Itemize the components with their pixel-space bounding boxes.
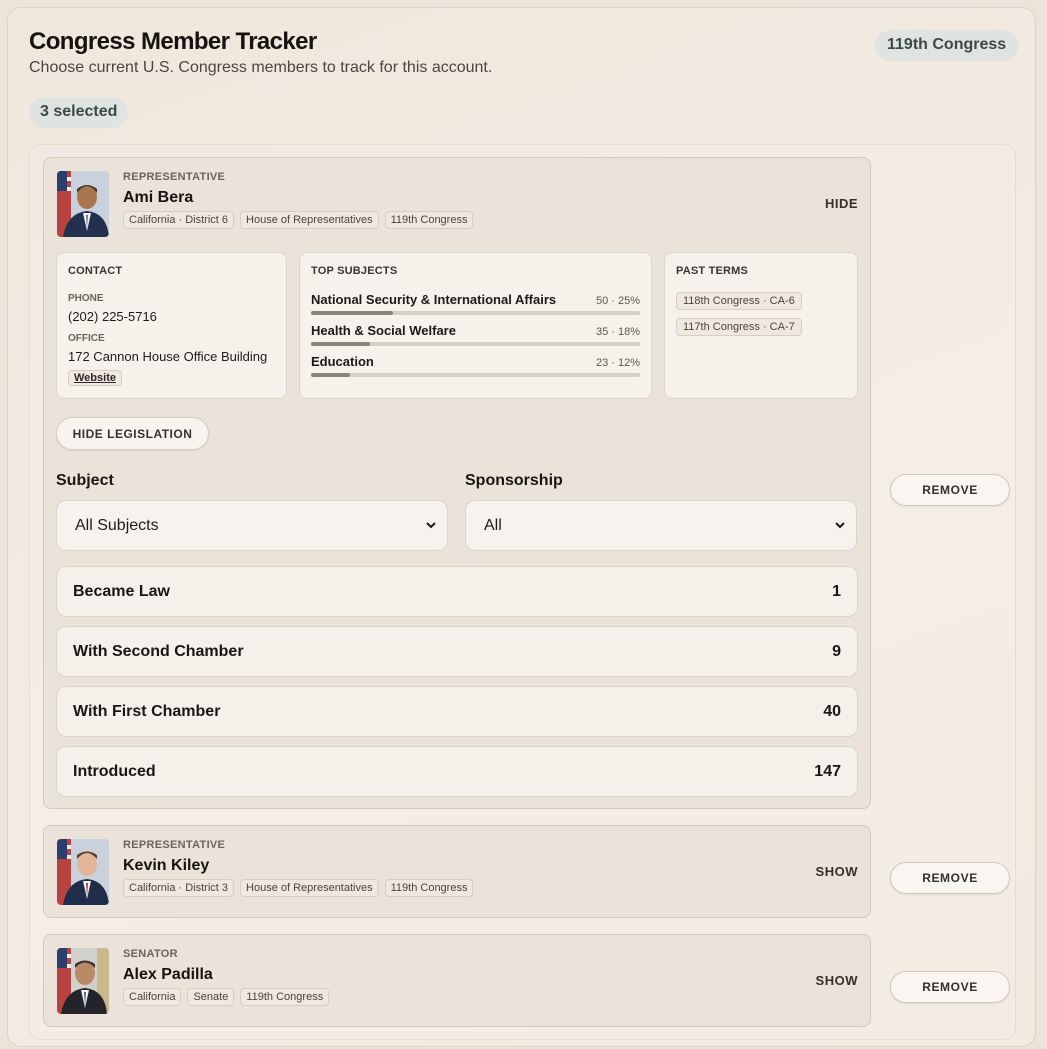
website-link[interactable]: Website: [68, 370, 122, 386]
sponsorship-select-value: All: [484, 516, 502, 534]
subject-stat: 35 · 18%: [595, 326, 640, 338]
tag-congress: 119th Congress: [240, 988, 330, 1006]
subject-select-value: All Subjects: [75, 516, 159, 534]
status-label: Introduced: [73, 762, 156, 780]
app-window: Congress Member Tracker Choose current U…: [7, 7, 1036, 1047]
member-role: REPRESENTATIVE: [123, 839, 226, 851]
status-label: With Second Chamber: [73, 642, 244, 660]
status-row-introduced[interactable]: Introduced 147: [56, 746, 858, 797]
tag-congress: 119th Congress: [384, 879, 474, 897]
past-terms-panel: PAST TERMS 118th Congress · CA-6 117th C…: [664, 252, 858, 399]
tag-district: California · District 6: [123, 211, 235, 229]
tag-state: California: [123, 988, 182, 1006]
page-title: Congress Member Tracker: [29, 28, 317, 55]
remove-kevin-kiley-button[interactable]: REMOVE: [890, 862, 1010, 894]
office-value: 172 Cannon House Office Building: [68, 349, 268, 364]
subject-select[interactable]: All Subjects: [56, 500, 448, 551]
top-subjects-heading: TOP SUBJECTS: [311, 265, 398, 277]
past-term-tag: 118th Congress · CA-6: [676, 292, 802, 310]
tag-district: California · District 3: [123, 879, 235, 897]
status-count: 1: [832, 582, 841, 600]
page-subtitle: Choose current U.S. Congress members to …: [29, 59, 493, 76]
status-row-became-law[interactable]: Became Law 1: [56, 566, 858, 617]
contact-panel: CONTACT PHONE (202) 225-5716 OFFICE 172 …: [56, 252, 287, 399]
avatar: [57, 171, 109, 237]
show-details-button[interactable]: SHOW: [816, 973, 858, 988]
remove-ami-bera-button[interactable]: REMOVE: [890, 474, 1010, 506]
past-terms-heading: PAST TERMS: [676, 265, 749, 277]
sponsorship-select[interactable]: All: [465, 500, 857, 551]
status-label: With First Chamber: [73, 702, 221, 720]
sponsorship-filter-label: Sponsorship: [465, 472, 563, 489]
subject-name: National Security & International Affair…: [311, 292, 557, 307]
status-count: 147: [814, 762, 841, 780]
subject-name: Health & Social Welfare: [311, 323, 456, 338]
member-list: REPRESENTATIVE Ami Bera California · Dis…: [29, 144, 1016, 1040]
office-label: OFFICE: [68, 333, 105, 344]
subject-stat: 23 · 12%: [595, 357, 640, 369]
chevron-down-icon: [835, 522, 845, 529]
top-subjects-panel: TOP SUBJECTS National Security & Interna…: [299, 252, 652, 399]
status-label: Became Law: [73, 582, 170, 600]
selected-count-badge: 3 selected: [29, 97, 129, 128]
subject-item: National Security & International Affair…: [311, 292, 640, 315]
subject-bar: [311, 342, 640, 346]
avatar: [57, 839, 109, 905]
phone-label: PHONE: [68, 293, 104, 304]
subject-bar-fill: [311, 342, 371, 346]
member-tags: California · District 3 House of Represe…: [123, 879, 474, 897]
congress-badge: 119th Congress: [875, 30, 1019, 61]
subject-name: Education: [311, 354, 374, 369]
tag-chamber: House of Representatives: [240, 879, 379, 897]
subject-bar-fill: [311, 311, 394, 315]
member-card-ami-bera: REPRESENTATIVE Ami Bera California · Dis…: [43, 157, 871, 809]
hide-legislation-button[interactable]: HIDE LEGISLATION: [56, 417, 209, 450]
subject-item: Education 23 · 12%: [311, 354, 640, 377]
member-tags: California · District 6 House of Represe…: [123, 211, 474, 229]
status-row-first-chamber[interactable]: With First Chamber 40: [56, 686, 858, 737]
hide-details-button[interactable]: HIDE: [825, 196, 858, 211]
member-name: Alex Padilla: [123, 966, 213, 983]
remove-alex-padilla-button[interactable]: REMOVE: [890, 971, 1010, 1003]
subject-bar: [311, 373, 640, 377]
tag-chamber: Senate: [187, 988, 235, 1006]
tag-chamber: House of Representatives: [240, 211, 379, 229]
member-tags: California Senate 119th Congress: [123, 988, 330, 1006]
subject-stat: 50 · 25%: [595, 295, 640, 307]
member-portrait: [57, 839, 109, 905]
member-role: REPRESENTATIVE: [123, 171, 226, 183]
chevron-down-icon: [426, 522, 436, 529]
past-term-tag: 117th Congress · CA-7: [676, 318, 802, 336]
show-details-button[interactable]: SHOW: [816, 864, 858, 879]
member-card-alex-padilla: SENATOR Alex Padilla California Senate 1…: [43, 934, 871, 1027]
subject-bar: [311, 311, 640, 315]
member-portrait: [57, 948, 109, 1014]
member-card-kevin-kiley: REPRESENTATIVE Kevin Kiley California · …: [43, 825, 871, 918]
member-role: SENATOR: [123, 948, 178, 960]
subject-item: Health & Social Welfare 35 · 18%: [311, 323, 640, 346]
member-name: Ami Bera: [123, 189, 194, 206]
member-portrait: [57, 171, 109, 237]
status-row-second-chamber[interactable]: With Second Chamber 9: [56, 626, 858, 677]
phone-value: (202) 225-5716: [68, 309, 157, 324]
tag-congress: 119th Congress: [384, 211, 474, 229]
status-count: 40: [823, 702, 841, 720]
avatar: [57, 948, 109, 1014]
subject-filter-label: Subject: [56, 472, 114, 489]
status-count: 9: [832, 642, 841, 660]
member-name: Kevin Kiley: [123, 857, 210, 874]
subject-bar-fill: [311, 373, 351, 377]
contact-heading: CONTACT: [68, 265, 123, 277]
